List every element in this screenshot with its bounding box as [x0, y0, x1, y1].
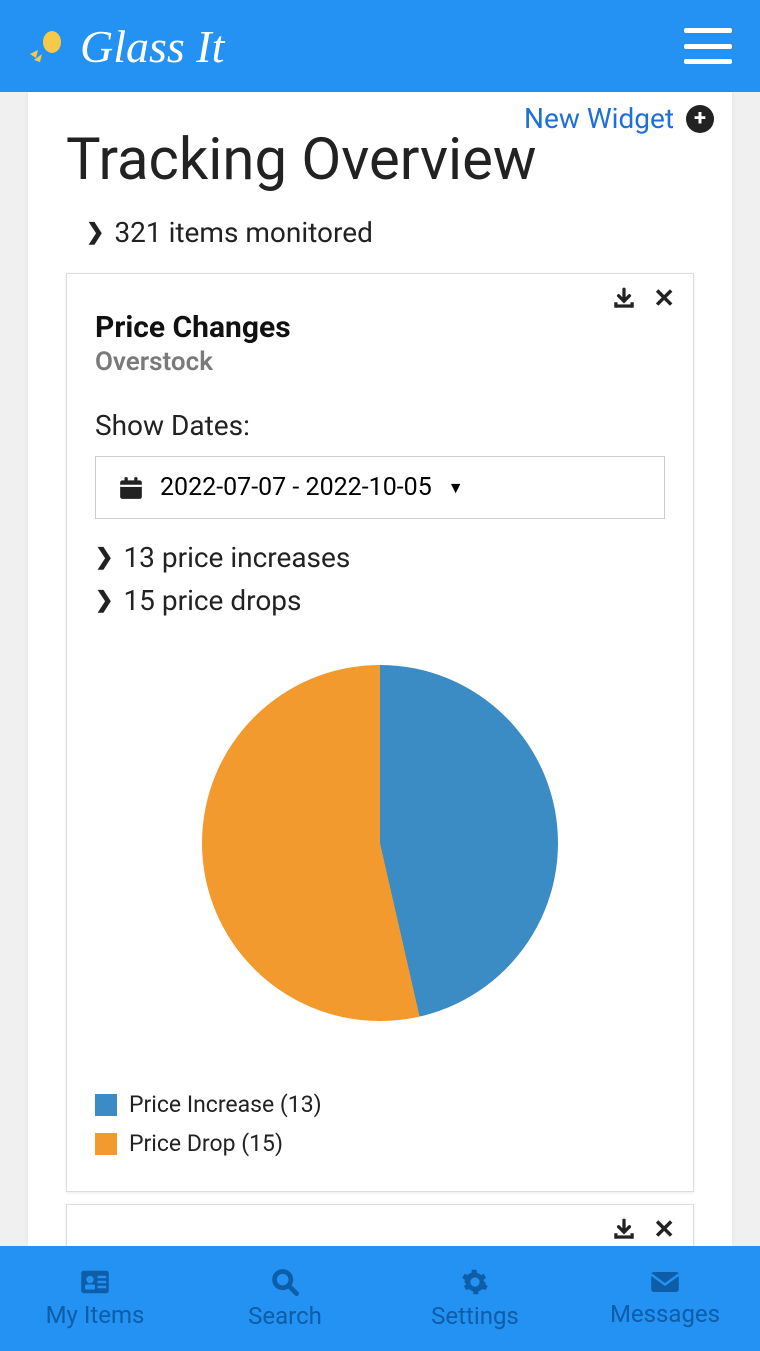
chevron-right-icon: ❯ [95, 545, 113, 570]
price-increases-row[interactable]: ❯ 13 price increases [95, 541, 665, 574]
nav-label: My Items [46, 1301, 145, 1329]
items-monitored-row[interactable]: ❯ 321 items monitored [28, 204, 732, 273]
legend-drop: Price Drop (15) [95, 1130, 665, 1157]
main-content: New Widget + Tracking Overview ❯ 321 ite… [28, 92, 732, 1246]
id-card-icon [80, 1269, 110, 1295]
price-changes-card-2: ✕ Price Changes [66, 1204, 694, 1246]
price-increases-text: 13 price increases [123, 541, 350, 574]
caret-down-icon: ▼ [448, 478, 464, 498]
legend-swatch-increase [95, 1094, 117, 1116]
brand-logo[interactable]: Glass It [28, 20, 224, 73]
card-action-bar: ✕ [611, 1215, 675, 1245]
chevron-right-icon: ❯ [95, 588, 113, 613]
chevron-right-icon: ❯ [86, 220, 104, 245]
plus-icon: + [686, 105, 714, 133]
pie-chart-container [95, 665, 665, 1021]
date-range-value: 2022-07-07 - 2022-10-05 [160, 473, 432, 502]
pie-chart [202, 665, 558, 1021]
search-icon [271, 1268, 299, 1296]
card-action-bar: ✕ [611, 284, 675, 314]
card-title: Price Changes [95, 310, 665, 345]
calendar-icon [118, 475, 144, 501]
price-changes-card: ✕ Price Changes Overstock Show Dates: 20… [66, 273, 694, 1192]
gear-icon [461, 1268, 489, 1296]
legend-increase: Price Increase (13) [95, 1091, 665, 1118]
show-dates-label: Show Dates: [95, 409, 665, 442]
legend-increase-label: Price Increase (13) [129, 1091, 322, 1118]
download-icon[interactable] [611, 286, 637, 312]
price-drops-row[interactable]: ❯ 15 price drops [95, 584, 665, 617]
chart-legend: Price Increase (13) Price Drop (15) [95, 1091, 665, 1157]
nav-settings[interactable]: Settings [380, 1246, 570, 1351]
legend-swatch-drop [95, 1133, 117, 1155]
new-widget-label: New Widget [524, 102, 674, 135]
nav-my-items[interactable]: My Items [0, 1246, 190, 1351]
close-icon[interactable]: ✕ [653, 1215, 675, 1245]
brand-name: Glass It [80, 20, 224, 73]
nav-label: Settings [431, 1302, 519, 1330]
nav-label: Messages [610, 1300, 720, 1328]
download-icon[interactable] [611, 1217, 637, 1243]
bee-icon [28, 24, 72, 68]
items-monitored-text: 321 items monitored [114, 216, 372, 249]
card-subtitle: Overstock [95, 347, 665, 377]
bottom-nav-bar: My Items Search Settings Messages [0, 1246, 760, 1351]
date-range-picker[interactable]: 2022-07-07 - 2022-10-05 ▼ [95, 456, 665, 519]
top-nav-bar: Glass It [0, 0, 760, 92]
nav-label: Search [248, 1302, 322, 1330]
nav-search[interactable]: Search [190, 1246, 380, 1351]
price-drops-text: 15 price drops [123, 584, 301, 617]
new-widget-button[interactable]: New Widget + [524, 102, 714, 135]
legend-drop-label: Price Drop (15) [129, 1130, 283, 1157]
close-icon[interactable]: ✕ [653, 284, 675, 314]
envelope-icon [650, 1270, 680, 1294]
nav-messages[interactable]: Messages [570, 1246, 760, 1351]
menu-icon[interactable] [684, 28, 732, 64]
